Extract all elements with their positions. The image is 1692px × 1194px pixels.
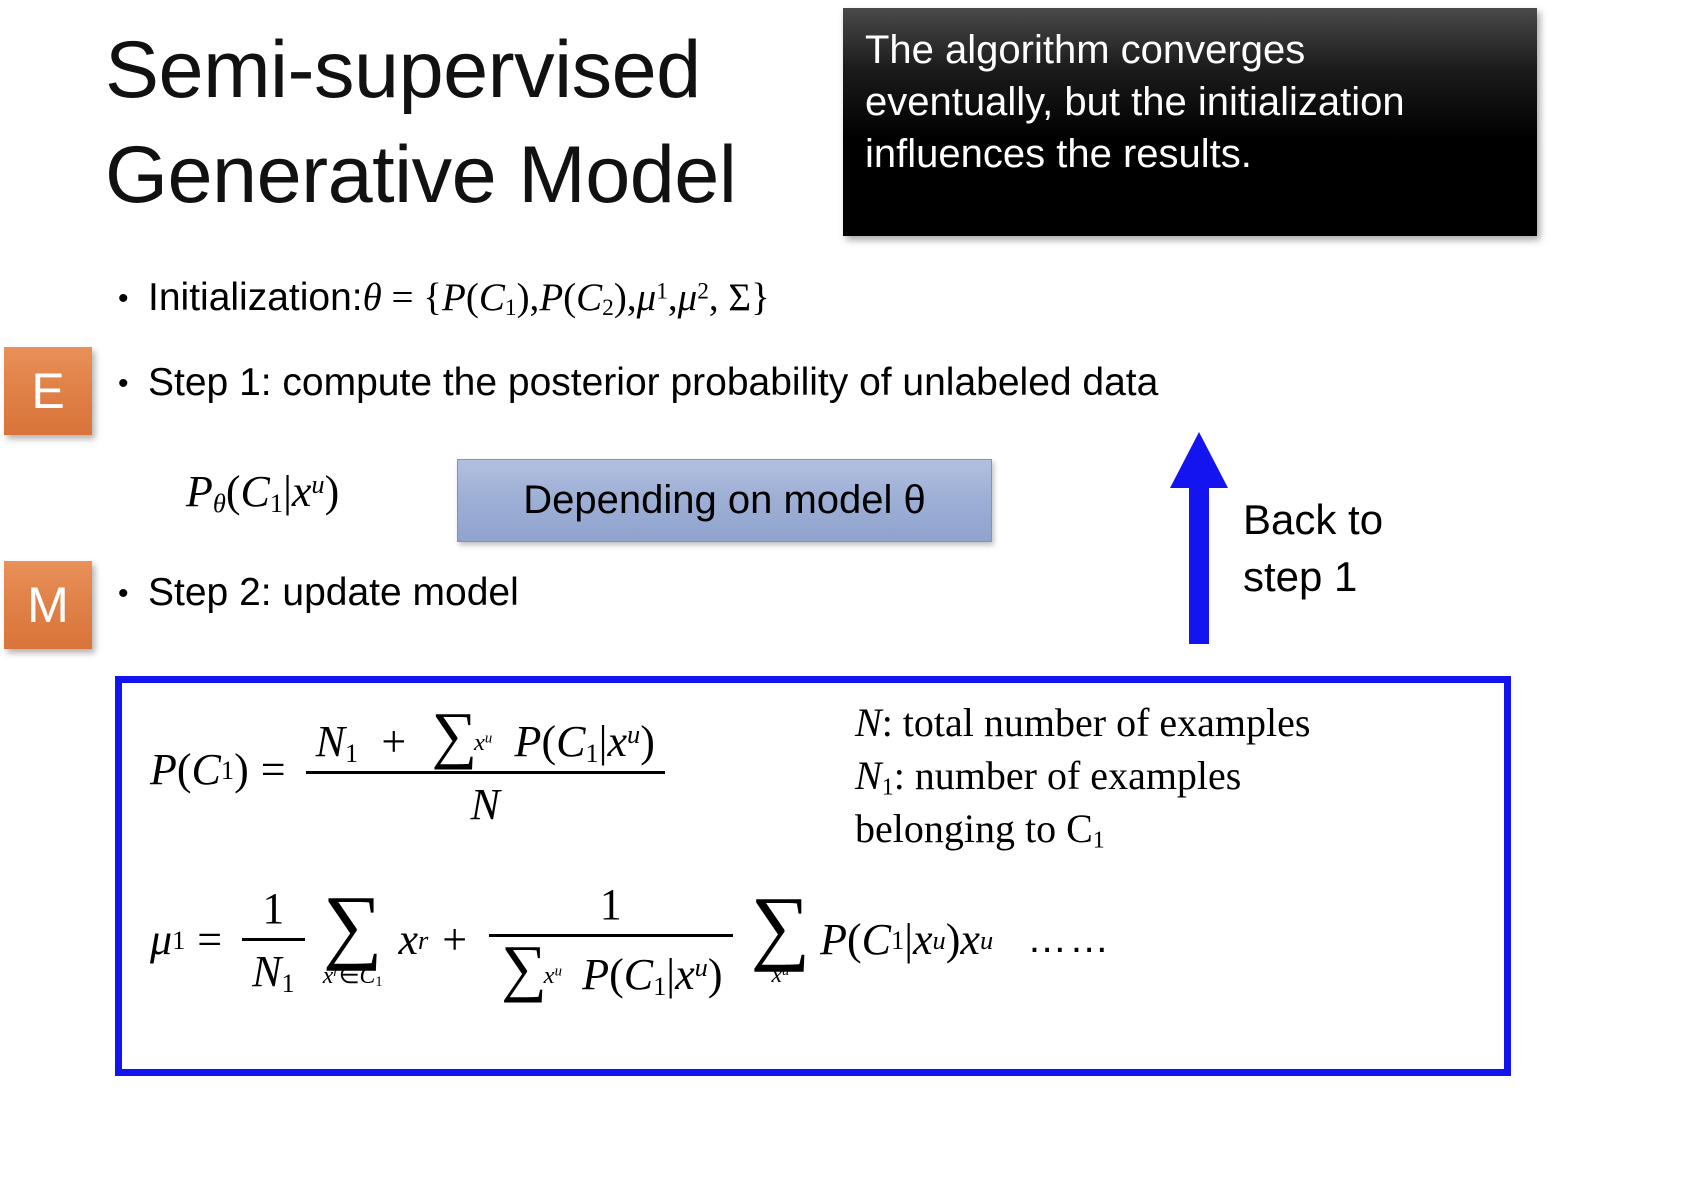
legend-line-2: N1: number of examples: [855, 752, 1242, 801]
black-callout-line-2: eventually, but the initialization: [865, 80, 1405, 124]
page-title: Semi-supervised Generative Model: [105, 18, 845, 229]
black-callout-box: The algorithm converges eventually, but …: [843, 8, 1537, 236]
title-line-1: Semi-supervised: [105, 25, 701, 115]
blue-callout-box: Depending on model θ: [457, 459, 992, 542]
initialization-formula: θ: [362, 276, 382, 319]
badge-e-label: E: [31, 363, 65, 419]
step-2-text: Step 2: update model: [148, 571, 519, 614]
legend-notation: N: total number of examples N1: number o…: [855, 697, 1310, 855]
back-to-step-label: Back to step 1: [1243, 492, 1383, 605]
bullet-step-1: • Step 1: compute the posterior probabili…: [118, 361, 1159, 405]
equation2-ellipsis: ……: [1027, 917, 1112, 961]
bullet-dot-icon: •: [118, 282, 129, 315]
equation2-term2-fraction: 1 ∑ xu P(C1|xu): [489, 879, 733, 1000]
legend-line-1: N: total number of examples: [855, 700, 1311, 745]
back-to-step-arrow: [1168, 432, 1230, 644]
bullet-dot-icon: •: [118, 577, 129, 610]
equation1-denominator: N: [305, 771, 665, 830]
step-1-text: Step 1: compute the posterior probabilit…: [148, 361, 1159, 404]
title-line-2: Generative Model: [105, 130, 737, 221]
bullet-initialization: • Initialization:θ = {P(C1),P(C2),μ1,μ2, …: [118, 276, 770, 322]
equation-mean-update: μ1 = 1 N1 ∑ xr∈C1 xr + 1 ∑xu P(C1|xu) ∑: [150, 879, 1112, 1003]
equation1-numerator: N1 + ∑ xu P(C1|xu): [315, 699, 655, 770]
back-to-step-line-1: Back to: [1243, 496, 1384, 543]
bullet-step-2: • Step 2: update model: [118, 571, 519, 615]
equation2-term1-sum: ∑ xr∈C1: [322, 880, 383, 990]
badge-m-step: M: [4, 561, 92, 649]
equation-prior-update: P(C 1) = N1 + ∑ xu P(C1|xu) N: [150, 699, 673, 830]
up-arrow-icon: [1170, 432, 1228, 644]
initialization-label: Initialization:: [148, 276, 363, 319]
equation1-fraction: N1 + ∑ xu P(C1|xu) N: [305, 699, 665, 830]
slide-canvas: Semi-supervised Generative Model The alg…: [0, 0, 1692, 1194]
equation2-term2-sum: ∑ xu: [750, 880, 811, 989]
black-callout-line-1: The algorithm converges: [865, 28, 1306, 72]
equation2-term1-fraction: 1 N1: [242, 883, 305, 997]
posterior-expression: Pθ(C1|xu): [186, 467, 340, 518]
badge-m-label: M: [27, 577, 69, 633]
bullet-dot-icon: •: [118, 367, 129, 400]
black-callout-text: The algorithm converges eventually, but …: [865, 24, 1525, 180]
badge-e-step: E: [4, 347, 92, 435]
legend-line-3: belonging to C1: [855, 805, 1105, 853]
back-to-step-line-2: step 1: [1243, 552, 1358, 600]
blue-callout-text: Depending on model θ: [523, 478, 926, 522]
black-callout-line-3: influences the results.: [865, 132, 1252, 176]
